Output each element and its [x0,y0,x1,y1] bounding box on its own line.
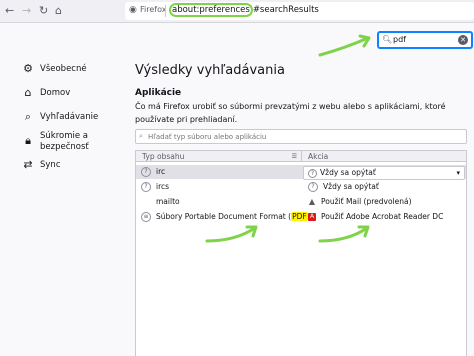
arrow-to-pdf-row [205,226,257,243]
arrow-to-acrobat-action [318,226,369,243]
annotation-arrows [205,34,371,243]
arrow-to-search-box [318,36,370,57]
